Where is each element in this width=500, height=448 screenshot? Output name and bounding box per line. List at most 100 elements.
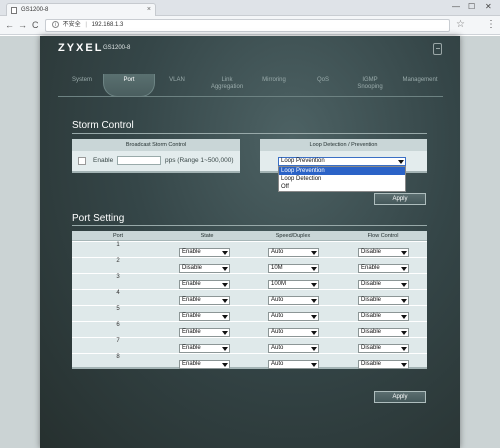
port-number: 8	[116, 354, 120, 360]
bookmark-star-icon[interactable]: ☆	[456, 19, 465, 30]
nav-igmp-snooping[interactable]: IGMP Snooping	[347, 77, 393, 91]
nav-link-aggregation[interactable]: Link Aggregation	[200, 77, 254, 91]
flow-select[interactable]: Disable	[358, 248, 409, 257]
chevron-down-icon	[311, 331, 317, 335]
enable-checkbox[interactable]	[78, 157, 86, 165]
flow-value: Disable	[361, 281, 382, 287]
state-value: Enable	[182, 329, 201, 335]
speed-value: Auto	[271, 313, 284, 319]
flow-value: Disable	[361, 345, 382, 351]
speed-value: 10M	[271, 265, 283, 271]
state-select[interactable]: Enable	[179, 360, 230, 369]
flow-select[interactable]: Disable	[358, 280, 409, 289]
state-value: Enable	[182, 249, 201, 255]
state-select[interactable]: Enable	[179, 344, 230, 353]
address-bar[interactable]: i 不安全 | 192.168.1.3	[45, 19, 450, 32]
port-number: 4	[116, 290, 120, 296]
table-row: 2 Disable 10M Enable	[72, 257, 427, 273]
browser-menu-icon[interactable]: ⋮	[486, 19, 496, 30]
security-label: 不安全	[62, 22, 81, 28]
col-state: State	[200, 233, 214, 239]
loop-mode-dropdown[interactable]: Loop Prevention Loop Detection Off	[278, 166, 406, 192]
flow-select[interactable]: Disable	[358, 296, 409, 305]
loop-mode-value: Loop Prevention	[281, 158, 325, 164]
table-row: 5 Enable Auto Disable	[72, 305, 427, 321]
forward-icon[interactable]: →	[18, 20, 27, 30]
port-table-header: Port State Speed/Duplex Flow Control	[72, 231, 427, 241]
nav-management[interactable]: Management	[395, 77, 445, 84]
speed-select[interactable]: Auto	[268, 296, 319, 305]
url-separator: |	[85, 22, 87, 28]
chevron-down-icon	[401, 331, 407, 335]
enable-label: Enable	[93, 157, 114, 164]
app-background: ZYXEL GS1200-8 System Port VLAN Link Agg…	[0, 36, 500, 448]
flow-select[interactable]: Enable	[358, 264, 409, 273]
maximize-icon[interactable]: ☐	[468, 2, 475, 11]
state-select[interactable]: Enable	[179, 280, 230, 289]
flow-select[interactable]: Disable	[358, 360, 409, 369]
browser-tab[interactable]: GS1200-8 ×	[6, 3, 156, 16]
url-text: 192.168.1.3	[91, 22, 124, 28]
loop-mode-select[interactable]: Loop Prevention	[278, 157, 406, 166]
speed-select[interactable]: Auto	[268, 248, 319, 257]
port-number: 3	[116, 274, 120, 280]
state-select[interactable]: Enable	[179, 328, 230, 337]
nav-mirroring[interactable]: Mirroring	[254, 77, 294, 84]
speed-select[interactable]: Auto	[268, 328, 319, 337]
port-setting-title: Port Setting	[72, 213, 125, 224]
col-flow-control: Flow Control	[367, 233, 399, 239]
pps-range-label: pps (Range 1~500,000)	[165, 157, 234, 164]
state-value: Enable	[182, 361, 201, 367]
browser-toolbar: ← → C i 不安全 | 192.168.1.3 ☆ ⋮	[0, 16, 500, 35]
speed-select[interactable]: Auto	[268, 360, 319, 369]
speed-select[interactable]: Auto	[268, 344, 319, 353]
state-select[interactable]: Enable	[179, 296, 230, 305]
speed-select[interactable]: Auto	[268, 312, 319, 321]
flow-value: Disable	[361, 329, 382, 335]
state-value: Enable	[182, 281, 201, 287]
option-loop-prevention[interactable]: Loop Prevention	[279, 167, 405, 175]
minimize-icon[interactable]: —	[452, 2, 460, 11]
reload-icon[interactable]: C	[32, 20, 39, 30]
option-off[interactable]: Off	[279, 183, 405, 191]
nav-divider	[58, 96, 443, 97]
back-icon[interactable]: ←	[5, 20, 14, 30]
flow-value: Disable	[361, 313, 382, 319]
storm-apply-button[interactable]: Apply	[374, 193, 426, 205]
speed-value: Auto	[271, 329, 284, 335]
section-divider	[72, 133, 427, 134]
state-select[interactable]: Disable	[179, 264, 230, 273]
chevron-down-icon	[222, 251, 228, 255]
table-row: 4 Enable Auto Disable	[72, 289, 427, 305]
chevron-down-icon	[222, 299, 228, 303]
nav-vlan[interactable]: VLAN	[157, 77, 197, 84]
close-window-icon[interactable]: ✕	[485, 2, 492, 11]
nav-port[interactable]: Port	[109, 77, 149, 84]
flow-select[interactable]: Disable	[358, 344, 409, 353]
flow-select[interactable]: Disable	[358, 312, 409, 321]
nav-qos[interactable]: QoS	[303, 77, 343, 84]
state-select[interactable]: Enable	[179, 248, 230, 257]
nav-system[interactable]: System	[62, 77, 102, 84]
option-loop-detection[interactable]: Loop Detection	[279, 175, 405, 183]
state-select[interactable]: Enable	[179, 312, 230, 321]
tab-close-icon[interactable]: ×	[147, 4, 151, 16]
storm-rate-input[interactable]	[117, 156, 161, 165]
table-row: 7 Enable Auto Disable	[72, 337, 427, 353]
speed-select[interactable]: 100M	[268, 280, 319, 289]
chevron-down-icon	[311, 363, 317, 367]
chevron-down-icon	[401, 267, 407, 271]
table-row: 6 Enable Auto Disable	[72, 321, 427, 337]
chevron-down-icon	[222, 315, 228, 319]
flow-select[interactable]: Disable	[358, 328, 409, 337]
speed-select[interactable]: 10M	[268, 264, 319, 273]
logout-icon[interactable]	[433, 43, 442, 55]
loop-detection-header: Loop Detection / Prevention	[260, 139, 427, 151]
state-value: Enable	[182, 297, 201, 303]
port-number: 1	[116, 242, 120, 248]
port-number: 6	[116, 322, 120, 328]
port-number: 7	[116, 338, 120, 344]
speed-value: 100M	[271, 281, 287, 287]
speed-value: Auto	[271, 345, 284, 351]
port-apply-button[interactable]: Apply	[374, 391, 426, 403]
